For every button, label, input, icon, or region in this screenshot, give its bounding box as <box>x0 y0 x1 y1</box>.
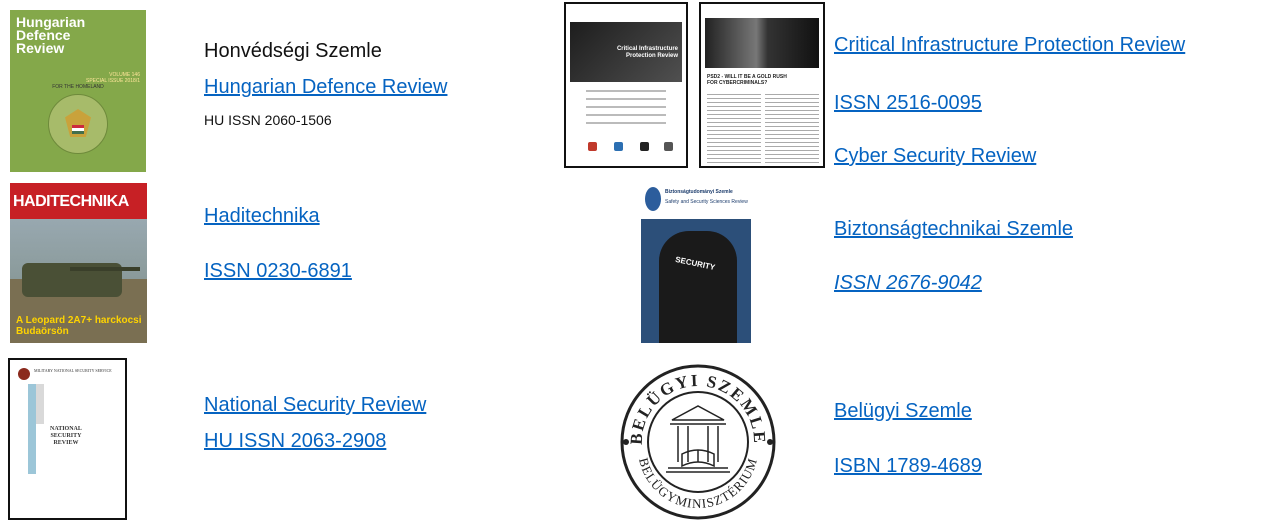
bs-logo-icon <box>645 187 661 211</box>
haditechnika-link[interactable]: Haditechnika <box>204 205 320 228</box>
cyber-security-link[interactable]: Cyber Security Review <box>834 145 1036 168</box>
cipr-cover[interactable]: Critical Infrastructure Protection Revie… <box>564 2 688 168</box>
article-headline: PSD2 - WILL IT BE A GOLD RUSH FOR CYBERC… <box>707 74 787 86</box>
haditechnika-issn-link[interactable]: ISSN 0230-6891 <box>204 260 352 283</box>
hdr-title-hu: Honvédségi Szemle <box>204 40 382 62</box>
haditechnika-cover[interactable]: HADITECHNIKA A Leopard 2A7+ harckocsi Bu… <box>10 183 147 343</box>
cipr-article-page[interactable]: PSD2 - WILL IT BE A GOLD RUSH FOR CYBERC… <box>699 2 825 168</box>
cover-caption: A Leopard 2A7+ harckocsi Budaörsön <box>16 315 142 337</box>
hungarian-defence-review-cover[interactable]: Hungarian Defence Review VOLUME 146 SPEC… <box>10 10 146 172</box>
cover-title: NATIONAL SECURITY REVIEW <box>50 426 82 446</box>
hdr-link[interactable]: Hungarian Defence Review <box>204 76 447 99</box>
national-security-review-cover[interactable]: MILITARY NATIONAL SECURITY SERVICE NATIO… <box>8 358 127 520</box>
cover-title: Hungarian Defence Review <box>16 14 86 56</box>
cover-line1: Biztonságtudományi Szemle <box>665 189 733 195</box>
biztonsagtechnikai-cover[interactable]: Biztonságtudományi Szemle Safety and Sec… <box>641 183 751 343</box>
belugyi-szemle-seal[interactable]: BELÜGYI SZEMLE BELÜGYMINISZTÉRIUM <box>612 358 784 520</box>
army-seal-icon <box>48 94 108 154</box>
biztonsagtechnikai-link[interactable]: Biztonságtechnikai Szemle <box>834 218 1073 241</box>
nsr-link[interactable]: National Security Review <box>204 394 426 417</box>
biztonsagtechnikai-issn-link[interactable]: ISSN 2676-9042 <box>834 272 982 295</box>
belugyi-isbn-link[interactable]: ISBN 1789-4689 <box>834 455 982 478</box>
cover-masthead: HADITECHNIKA <box>13 193 129 210</box>
cover-line2: Safety and Security Sciences Review <box>665 199 748 205</box>
emblem-icon <box>18 368 30 380</box>
cover-header: MILITARY NATIONAL SECURITY SERVICE <box>34 368 112 373</box>
nsr-issn-link[interactable]: HU ISSN 2063-2908 <box>204 430 386 453</box>
cipr-issn-link[interactable]: ISSN 2516-0095 <box>834 92 982 115</box>
cipr-link[interactable]: Critical Infrastructure Protection Revie… <box>834 34 1185 57</box>
cover-volume: VOLUME 146 SPECIAL ISSUE 2018/1 <box>85 72 140 84</box>
cover-title: Critical Infrastructure Protection Revie… <box>616 46 678 59</box>
belugyi-link[interactable]: Belügyi Szemle <box>834 400 972 423</box>
cover-motto: FOR THE HOMELAND <box>52 84 104 90</box>
hdr-issn: HU ISSN 2060-1506 <box>204 112 332 128</box>
